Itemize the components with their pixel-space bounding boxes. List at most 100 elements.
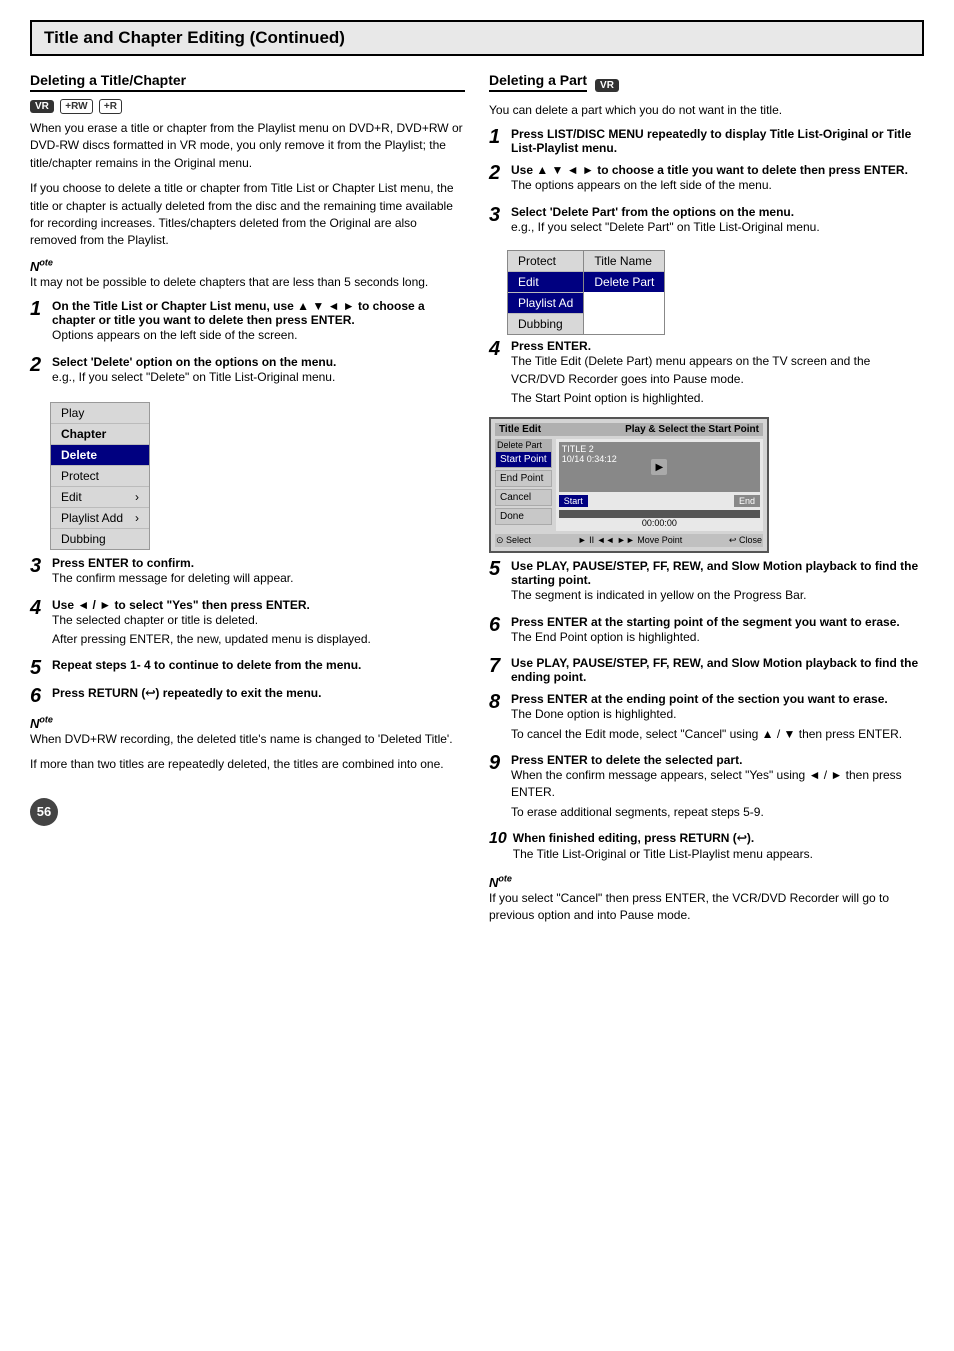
note-icon-1: Note [30,259,53,274]
te-video-area: TITLE 2 10/14 0:34:12 ▶ [559,442,760,492]
right-step-3: 3 Select 'Delete Part' from the options … [489,205,924,238]
right-step-9: 9 Press ENTER to delete the selected par… [489,753,924,823]
te-video-info: TITLE 2 10/14 0:34:12 [562,444,617,464]
right-menu-box: Protect Edit Playlist Ad Dubbing Title N… [507,250,665,335]
delete-menu-box: Play Chapter Delete Protect Edit › Playl… [50,402,150,550]
te-header: Title Edit Play & Select the Start Point [495,423,763,436]
te-start-btn: Start [559,495,588,507]
note-block-2: Note When DVD+RW recording, the deleted … [30,714,465,773]
te-end-btn-area: End [734,495,760,507]
right-step-content-3: Select 'Delete Part' from the options on… [511,205,924,238]
right-note-block: Note If you select "Cancel" then press E… [489,873,924,924]
right-step9-sub1: When the confirm message appears, select… [511,767,924,802]
note2-line1: When DVD+RW recording, the deleted title… [30,731,465,748]
step-num-3: 3 [30,556,46,576]
te-sidebar: Delete Part Start Point End Point Cancel… [495,439,552,531]
note2-line2: If more than two titles are repeatedly d… [30,756,465,773]
page-title: Title and Chapter Editing (Continued) [30,20,924,56]
badge-vr: VR [30,100,54,113]
te-sidebar-done: Done [495,508,552,525]
step-4: 4 Use ◄ / ► to select "Yes" then press E… [30,598,465,651]
right-step3-sub: e.g., If you select "Delete Part" on Tit… [511,219,924,236]
step-2: 2 Select 'Delete' option on the options … [30,355,465,388]
menu-play: Play [51,403,149,424]
step1-sub: Options appears on the left side of the … [52,327,465,344]
step2-sub: e.g., If you select "Delete" on Title Li… [52,369,465,386]
right-note-icon: Note [489,875,512,890]
right-step-num-6: 6 [489,615,505,635]
te-control-row: Start End [559,495,760,507]
step3-sub: The confirm message for deleting will ap… [52,570,465,587]
right-step-content-1: Press LIST/DISC MENU repeatedly to displ… [511,127,924,155]
right-menu-dubbing: Dubbing [508,314,583,334]
te-footer: ⊙ Select ► II ◄◄ ►► Move Point ↩ Close [495,534,763,547]
right-menu-deletepart: Delete Part [584,272,664,292]
te-header-left: Title Edit [499,424,541,435]
right-step-1: 1 Press LIST/DISC MENU repeatedly to dis… [489,127,924,155]
badge-row: VR +RW +R [30,98,465,114]
right-step-6: 6 Press ENTER at the starting point of t… [489,615,924,648]
right-menu-titlename: Title Name [584,251,664,272]
right-step-num-5: 5 [489,559,505,579]
step-5: 5 Repeat steps 1- 4 to continue to delet… [30,658,465,678]
menu-edit: Edit › [51,487,149,508]
te-footer-close: ↩ Close [729,535,762,546]
right-step-content-9: Press ENTER to delete the selected part.… [511,753,924,823]
te-footer-move: ► II ◄◄ ►► Move Point [578,535,683,546]
right-step-7: 7 Use PLAY, PAUSE/STEP, FF, REW, and Slo… [489,656,924,684]
right-step-content-5: Use PLAY, PAUSE/STEP, FF, REW, and Slow … [511,559,924,606]
step4-sub2: After pressing ENTER, the new, updated m… [52,631,465,648]
right-step2-sub: The options appears on the left side of … [511,177,924,194]
right-step-content-7: Use PLAY, PAUSE/STEP, FF, REW, and Slow … [511,656,924,684]
right-intro: You can delete a part which you do not w… [489,102,924,119]
menu-protect: Protect [51,466,149,487]
right-step-content-10: When finished editing, press RETURN (↩).… [513,831,924,865]
right-section-title: Deleting a Part [489,72,587,92]
step-3: 3 Press ENTER to confirm. The confirm me… [30,556,465,589]
title-edit-screen: Title Edit Play & Select the Start Point… [489,417,769,553]
right-step-num-8: 8 [489,692,505,712]
right-step8-sub1: The Done option is highlighted. [511,706,924,723]
right-step-5: 5 Use PLAY, PAUSE/STEP, FF, REW, and Slo… [489,559,924,606]
right-step-content-8: Press ENTER at the ending point of the s… [511,692,924,745]
right-step4-sub1: The Title Edit (Delete Part) menu appear… [511,353,924,388]
right-column: Deleting a Part VR You can delete a part… [489,72,924,933]
te-play-btn: ▶ [651,459,667,475]
step-num-6: 6 [30,686,46,706]
menu-chapter: Chapter [51,424,149,445]
te-start-btn-area: Start [559,495,588,507]
intro-para1: When you erase a title or chapter from t… [30,120,465,172]
right-step-num-7: 7 [489,656,505,676]
right-menu-col2: Title Name Delete Part [583,251,664,334]
right-step-10: 10 When finished editing, press RETURN (… [489,831,924,865]
te-end-btn: End [734,495,760,507]
step-content-1: On the Title List or Chapter List menu, … [52,299,465,346]
right-step-num-10: 10 [489,831,507,847]
note-icon-2: Note [30,716,53,731]
menu-dubbing: Dubbing [51,529,149,549]
te-sidebar-cancel: Cancel [495,489,552,506]
right-note-text: If you select "Cancel" then press ENTER,… [489,890,924,925]
right-step-num-3: 3 [489,205,505,225]
page-number-badge: 56 [30,798,58,826]
step-num-4: 4 [30,598,46,618]
right-step-num-4: 4 [489,339,505,359]
right-step-num-2: 2 [489,163,505,183]
te-timecode: 00:00:00 [559,518,760,528]
te-body: Delete Part Start Point End Point Cancel… [495,439,763,531]
step-content-2: Select 'Delete' option on the options on… [52,355,465,388]
right-step6-sub: The End Point option is highlighted. [511,629,924,646]
step-6: 6 Press RETURN (↩) repeatedly to exit th… [30,686,465,706]
te-header-right: Play & Select the Start Point [625,424,759,435]
badge-plusr: +R [99,99,122,114]
right-step-8: 8 Press ENTER at the ending point of the… [489,692,924,745]
intro-para2: If you choose to delete a title or chapt… [30,180,465,250]
left-section-title: Deleting a Title/Chapter [30,72,465,92]
step-content-4: Use ◄ / ► to select "Yes" then press ENT… [52,598,465,651]
step-content-5: Repeat steps 1- 4 to continue to delete … [52,658,465,672]
menu-playlist-add: Playlist Add › [51,508,149,529]
te-timebar [559,510,760,518]
step-content-6: Press RETURN (↩) repeatedly to exit the … [52,686,465,701]
te-delete-part-label: Delete Part [495,439,552,451]
right-step-content-6: Press ENTER at the starting point of the… [511,615,924,648]
